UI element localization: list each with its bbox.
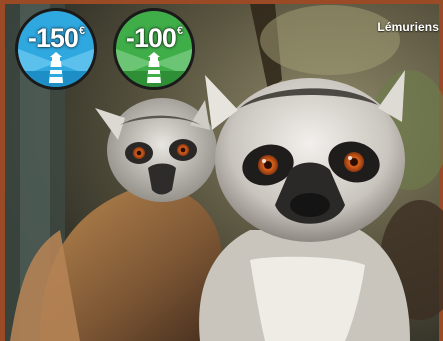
discount-label-100: -100€ — [116, 25, 192, 52]
discount-badge-150: -150€ — [15, 8, 97, 90]
currency-symbol: € — [176, 25, 183, 37]
photo-caption: Lémuriens — [377, 20, 439, 34]
discount-amount: -100 — [125, 23, 177, 53]
discount-label-150: -150€ — [18, 25, 94, 52]
discount-badge-100: -100€ — [113, 8, 195, 90]
currency-symbol: € — [78, 25, 85, 37]
lemur-photo: Lémuriens -150€ -100€ — [0, 0, 443, 341]
discount-amount: -150 — [27, 23, 79, 53]
